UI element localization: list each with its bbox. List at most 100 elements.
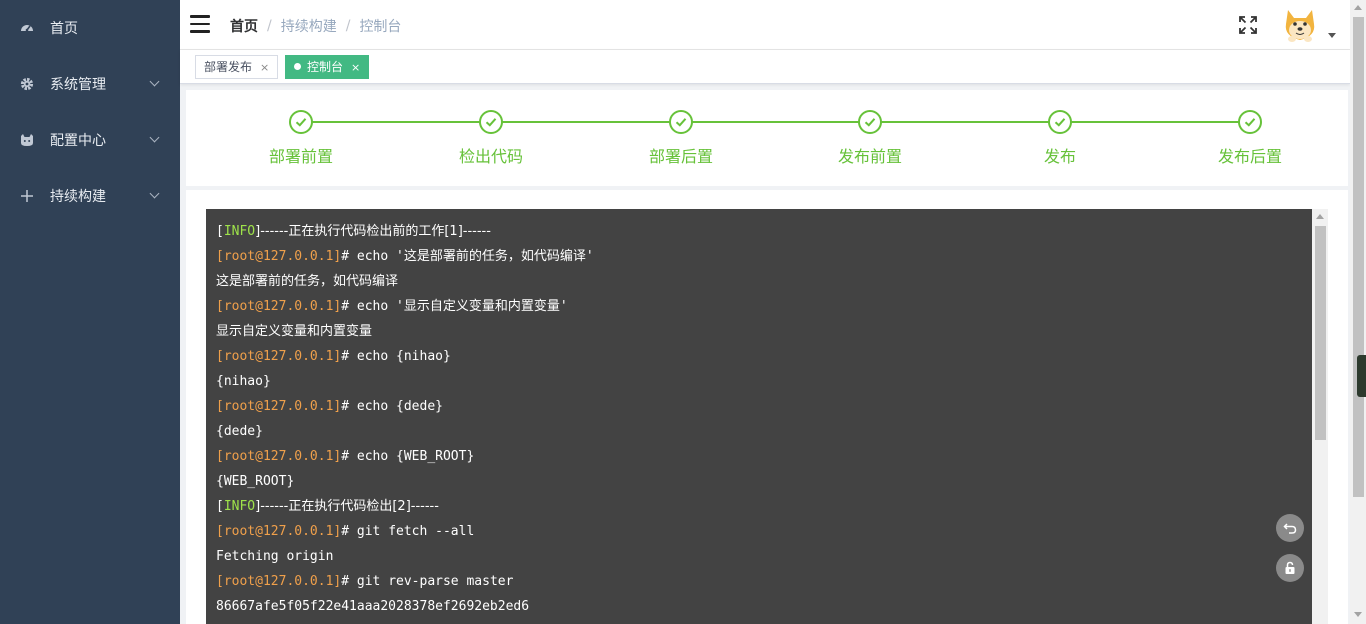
scroll-up-arrow-icon[interactable] [1316,214,1324,219]
hamburger-icon[interactable] [190,15,210,33]
breadcrumb-home[interactable]: 首页 [230,16,258,36]
console-line: [root@127.0.0.1]# echo {nihao} [216,344,1318,369]
console-line: 这是部署前的任务，如代码编译 [216,269,1318,294]
console-line: {WEB_ROOT} [216,469,1318,494]
sidebar-item-label: 配置中心 [50,133,106,149]
check-icon [1238,110,1262,134]
breadcrumb-separator: / [267,18,272,34]
command-output: Fetching origin [216,549,334,564]
chevron-down-icon [149,132,160,143]
shell-command: # echo '显示自定义变量和内置变量' [341,299,568,314]
sidebar-item-label: 持续构建 [50,189,106,205]
console-scrollbar[interactable] [1312,209,1328,624]
sidebar-item-label: 首页 [50,21,78,37]
step-label: 发布后置 [1217,147,1282,166]
tag-deploy[interactable]: 部署发布 × [195,55,279,79]
close-icon[interactable]: × [260,61,269,74]
tag-label: 部署发布 [204,60,253,74]
scrollbar-thumb[interactable] [1353,17,1364,497]
sidebar-item-system[interactable]: 系统管理 [0,56,180,112]
console-card: [INFO]------正在执行代码检出前的工作[1]------ [root@1… [186,190,1348,624]
undo-button[interactable] [1276,514,1304,542]
check-icon [289,110,313,134]
scroll-down-arrow-icon[interactable] [1354,612,1362,617]
check-icon [669,110,693,134]
info-message: ]------正在执行代码检出[2]------ [255,499,439,514]
shell-prompt: [root@127.0.0.1] [216,299,342,314]
console-line: [root@127.0.0.1]# git rev-parse master [216,569,1318,594]
step-label: 部署后置 [648,147,713,166]
navbar: 首页 / 持续构建 / 控制台 [180,0,1350,50]
console-line: 显示自定义变量和内置变量 [216,319,1318,344]
fullscreen-icon[interactable] [1238,15,1258,35]
check-icon [479,110,503,134]
chevron-down-icon [149,188,160,199]
active-dot-icon [294,63,301,70]
sidebar-item-config[interactable]: 配置中心 [0,112,180,168]
command-output: {WEB_ROOT} [216,474,295,489]
command-output: {dede} [216,424,263,439]
step-2: 检出代码 [426,110,556,167]
sidebar-item-build[interactable]: 持续构建 [0,168,180,224]
console-line: [root@127.0.0.1]# git fetch --all [216,519,1318,544]
scrollbar-thumb[interactable] [1315,226,1326,440]
sidebar: 首页 系统管理 配置中心 持续构建 [0,0,180,624]
scroll-up-arrow-icon[interactable] [1354,5,1362,10]
breadcrumb-separator: / [345,18,351,34]
cat-icon [20,133,34,147]
bracket: [ [216,224,224,239]
undo-icon [1283,523,1297,534]
console-line: {dede} [216,419,1318,444]
step-5: 发布 [995,110,1125,167]
sidebar-item-home[interactable]: 首页 [0,0,180,56]
breadcrumb: 首页 / 持续构建 / 控制台 [230,16,401,36]
console-line: [root@127.0.0.1]# echo '这是部署前的任务，如代码编译' [216,244,1318,269]
shell-prompt: [root@127.0.0.1] [216,349,342,364]
tag-console[interactable]: 控制台 × [285,55,370,79]
side-drawer-handle[interactable] [1357,355,1366,397]
page-scrollbar[interactable] [1350,0,1366,624]
sidebar-item-label: 系统管理 [50,77,106,93]
shell-prompt: [root@127.0.0.1] [216,574,342,589]
caret-down-icon[interactable] [1328,33,1336,38]
shell-command: # git rev-parse master [341,574,514,589]
step-label: 发布前置 [837,147,902,166]
console-line: {nihao} [216,369,1318,394]
step-label: 检出代码 [458,147,523,166]
check-icon [858,110,882,134]
unlock-icon [1285,561,1295,574]
command-output: 这是部署前的任务，如代码编译 [216,274,399,289]
step-3: 部署后置 [616,110,746,167]
command-output: 86667afe5f05f22e41aaa2028378ef2692eb2ed6 [216,599,530,614]
console-line: Fetching origin [216,544,1318,569]
tags-view: 部署发布 × 控制台 × [180,50,1350,84]
shell-prompt: [root@127.0.0.1] [216,249,342,264]
info-tag: INFO [223,224,256,239]
step-4: 发布前置 [805,110,935,167]
steps-card: 部署前置 检出代码 部署后置 发布前置 发布 发布后置 [186,90,1348,186]
console-line: [INFO]------正在执行代码检出前的工作[1]------ [216,219,1318,244]
shell-command: # git fetch --all [341,524,475,539]
lock-button[interactable] [1276,554,1304,582]
console-line: [root@127.0.0.1]# echo {dede} [216,394,1318,419]
console-output[interactable]: [INFO]------正在执行代码检出前的工作[1]------ [root@1… [206,209,1328,624]
check-icon [1048,110,1072,134]
shell-prompt: [root@127.0.0.1] [216,399,342,414]
breadcrumb-console: 控制台 [359,19,402,35]
step-label: 发布 [1043,147,1076,166]
info-tag: INFO [223,499,256,514]
console-line: 86667afe5f05f22e41aaa2028378ef2692eb2ed6 [216,594,1318,619]
gear-icon [20,77,34,91]
breadcrumb-build[interactable]: 持续构建 [281,16,337,36]
step-1: 部署前置 [236,110,366,167]
command-output: {nihao} [216,374,271,389]
bracket: [ [216,499,224,514]
shell-command: # echo {nihao} [341,349,451,364]
close-icon[interactable]: × [351,61,360,74]
tag-label: 控制台 [307,60,344,74]
chevron-down-icon [149,76,160,87]
console-line: [root@127.0.0.1]# echo '显示自定义变量和内置变量' [216,294,1318,319]
avatar[interactable] [1282,6,1318,44]
shell-prompt: [root@127.0.0.1] [216,524,342,539]
shell-command: # echo {WEB_ROOT} [341,449,475,464]
